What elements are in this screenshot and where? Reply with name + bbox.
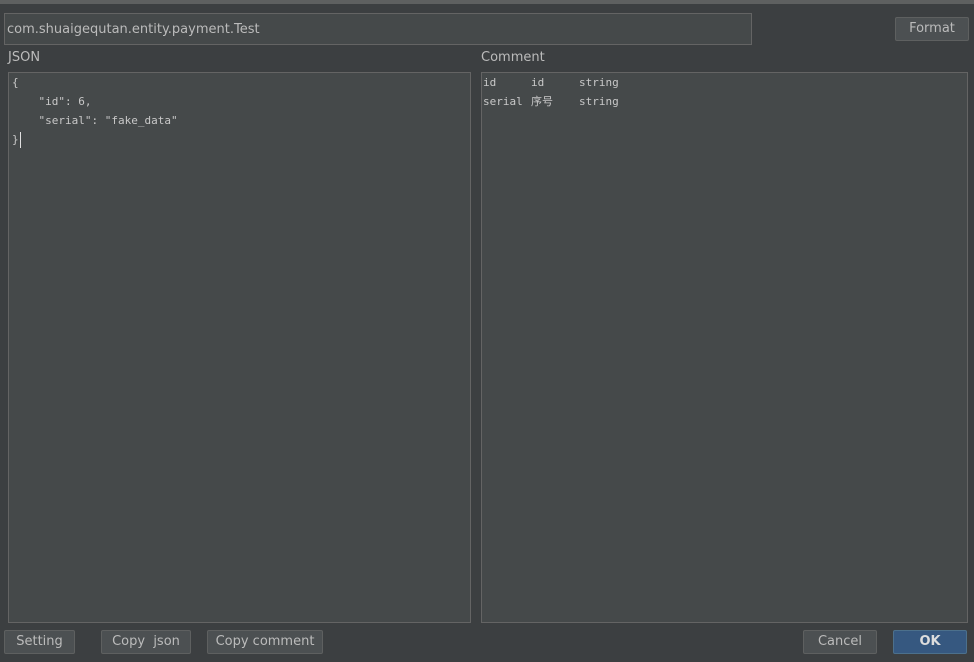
comment-row: serial 序号 string: [483, 92, 619, 111]
comment-field-comment: 序号: [531, 95, 553, 108]
json-line: {: [12, 76, 19, 89]
window-top-strip: [0, 0, 974, 4]
comment-row: id id string: [483, 73, 619, 92]
comment-field-name: id: [483, 76, 497, 89]
format-button[interactable]: Format: [895, 17, 969, 41]
comment-panel-label: Comment: [481, 50, 545, 65]
json-panel-label: JSON: [8, 50, 41, 65]
json-line: "serial": "fake_data": [12, 114, 178, 127]
json-line-last: }: [12, 130, 21, 149]
json-line: "id": 6,: [12, 95, 92, 108]
copy-comment-button[interactable]: Copy comment: [207, 630, 323, 654]
cancel-button[interactable]: Cancel: [803, 630, 877, 654]
json-line-text: }: [12, 133, 19, 146]
comment-field-comment: id: [531, 76, 545, 89]
comment-field-type: string: [579, 95, 619, 108]
comment-field-name: serial: [483, 95, 523, 108]
setting-button[interactable]: Setting: [4, 630, 75, 654]
comment-field-type: string: [579, 76, 619, 89]
json-editor[interactable]: { "id": 6, "serial": "fake_data" }: [8, 72, 471, 623]
text-caret: [19, 132, 21, 148]
class-name-input[interactable]: [4, 13, 752, 45]
copy-json-button[interactable]: Copy json: [101, 630, 191, 654]
ok-button[interactable]: OK: [893, 630, 967, 654]
comment-editor[interactable]: id id string serial 序号 string: [481, 72, 968, 623]
